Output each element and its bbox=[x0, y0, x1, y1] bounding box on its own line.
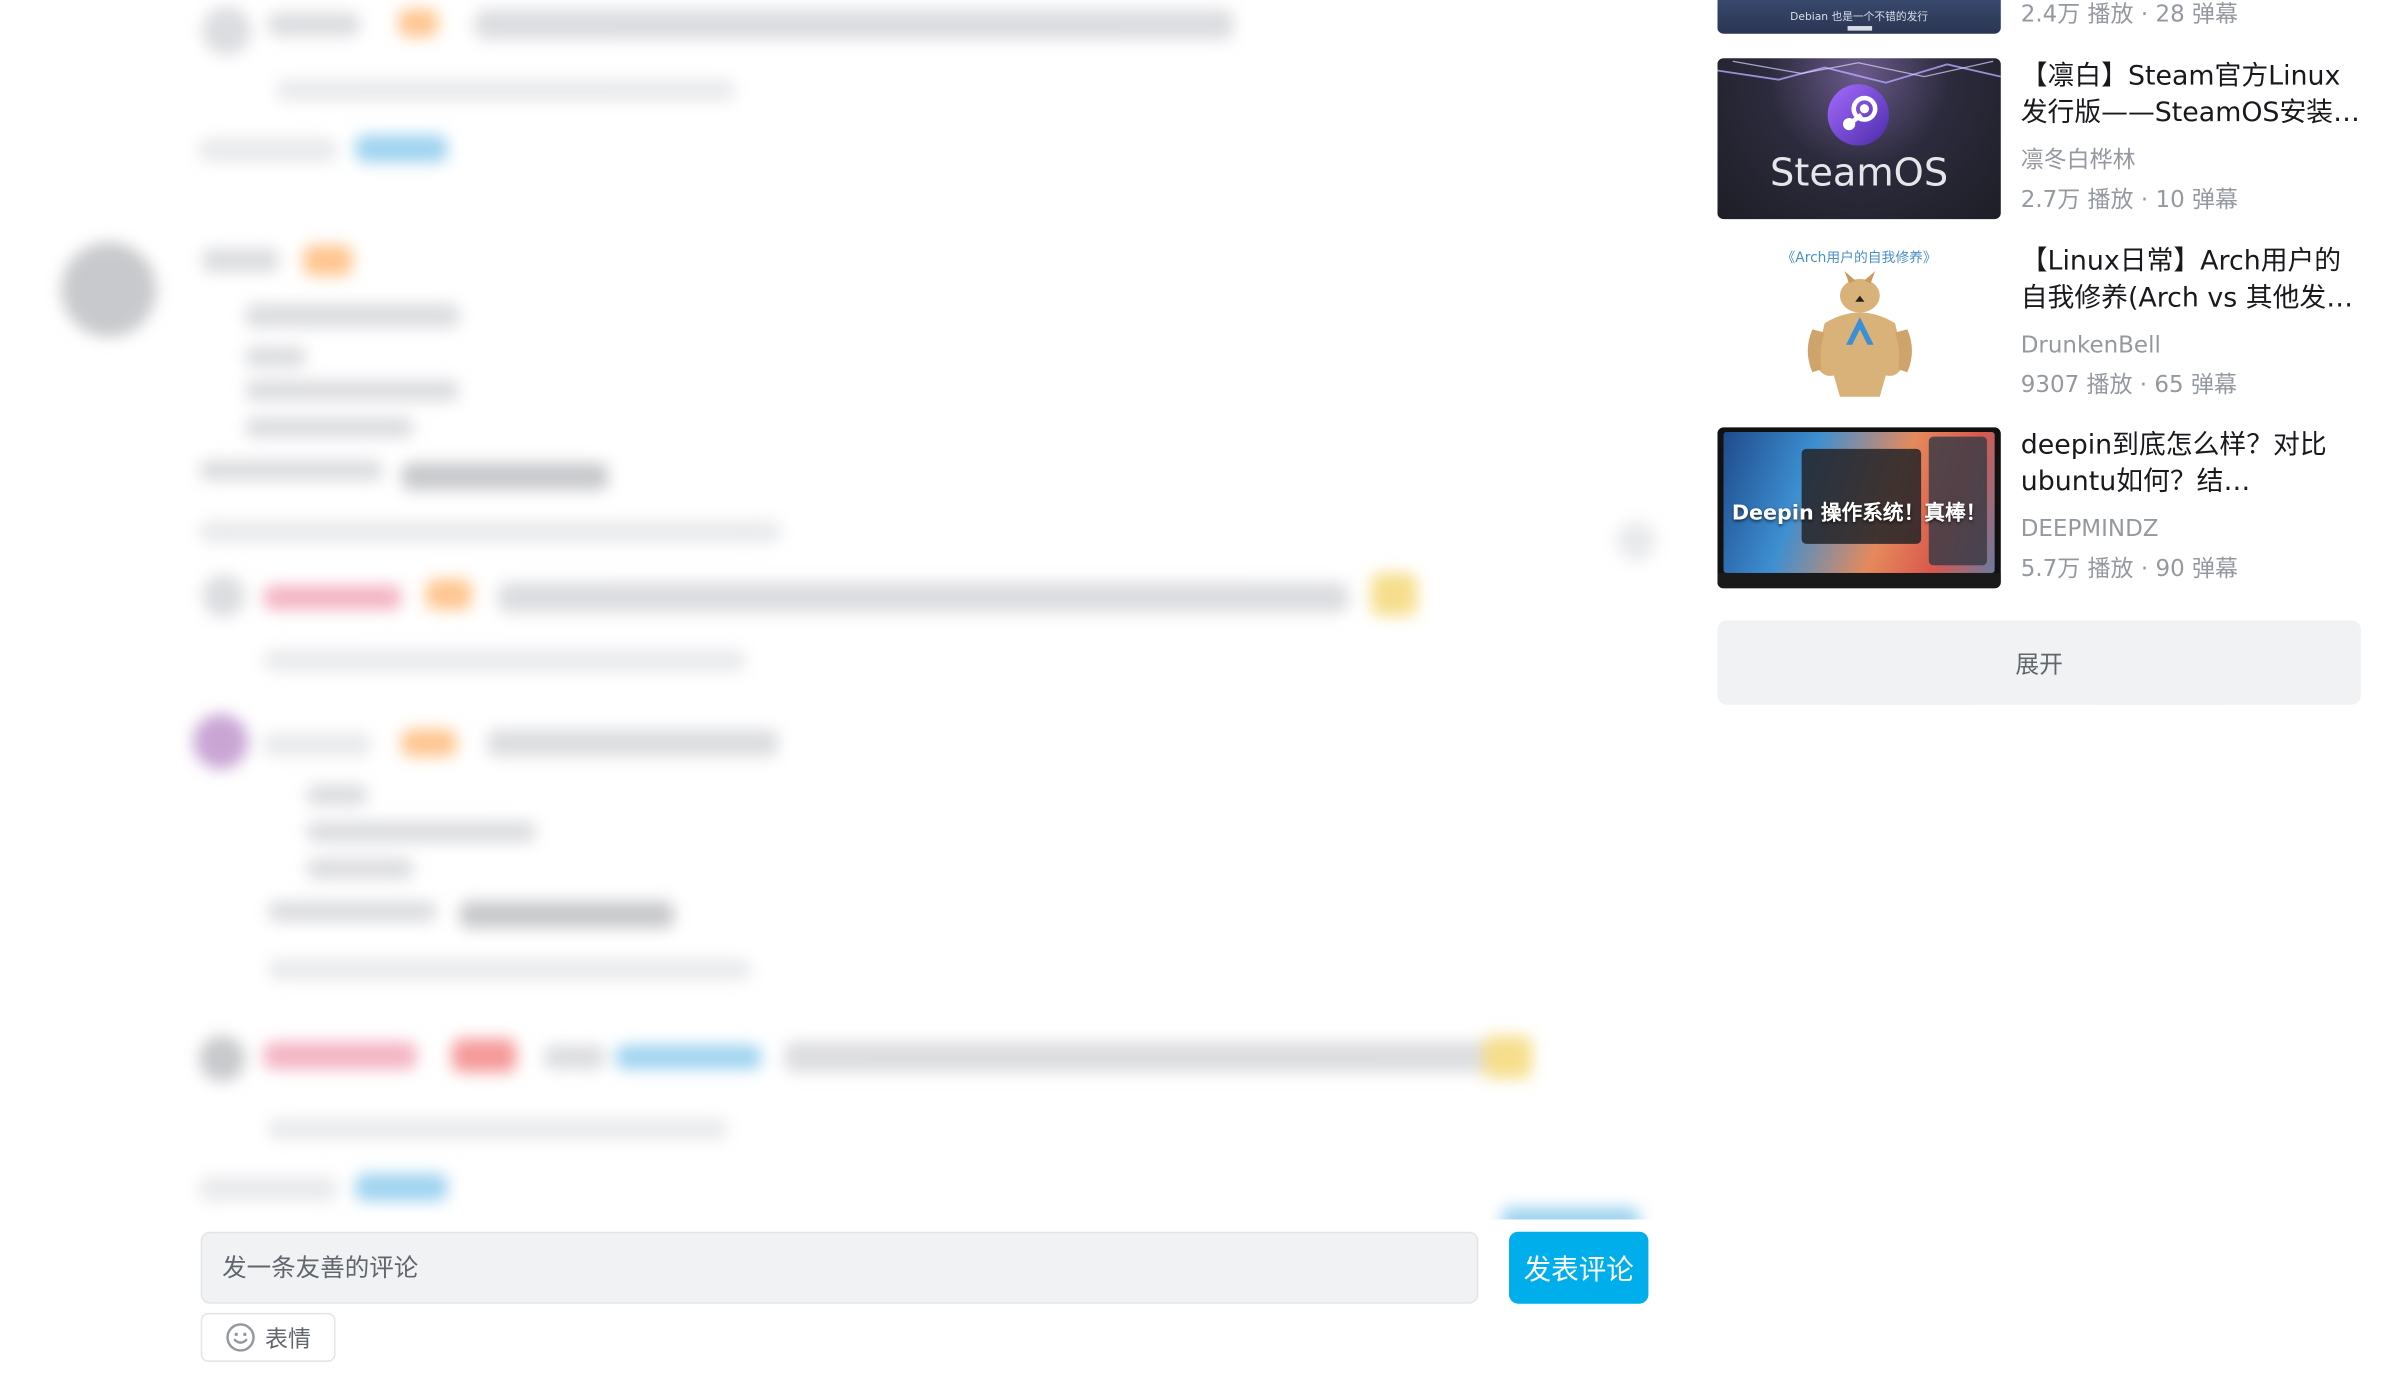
thumbnail-marker bbox=[1847, 26, 1873, 31]
recommended-video-card[interactable]: Debian 也是一个不错的发行 2.4万 播放 · 28 弹幕 bbox=[1717, 0, 2360, 34]
reply-text bbox=[784, 1041, 1490, 1073]
avatar bbox=[199, 1035, 246, 1082]
reply-text bbox=[306, 857, 414, 880]
avatar bbox=[193, 713, 249, 770]
mention-link bbox=[615, 1044, 762, 1070]
play-count: 9307 播放 bbox=[2020, 370, 2133, 399]
level-badge bbox=[303, 245, 353, 276]
video-title[interactable]: 【凛白】Steam官方Linux发行版——SteamOS安装教程 bbox=[2021, 58, 2361, 132]
video-author[interactable]: DEEPMINDZ bbox=[2021, 513, 2159, 544]
level-badge bbox=[451, 1038, 517, 1073]
comment-meta bbox=[275, 79, 736, 102]
video-stats: 2.4万 播放 · 28 弹幕 bbox=[2021, 0, 2238, 29]
more-replies bbox=[199, 137, 338, 163]
emoji bbox=[1371, 572, 1418, 616]
reply-text bbox=[459, 900, 675, 929]
comment-text bbox=[245, 379, 460, 402]
level-badge bbox=[398, 9, 439, 37]
video-thumbnail[interactable]: Deepin 操作系统！真棒！ bbox=[1717, 427, 2001, 589]
video-thumbnail[interactable]: 《Arch用户的自我修养》 bbox=[1717, 243, 2001, 405]
reply-username bbox=[263, 585, 402, 610]
recommended-video-card[interactable]: SteamOS 【凛白】Steam官方Linux发行版——SteamOS安装教程… bbox=[1717, 58, 2361, 220]
stats-separator: · bbox=[2140, 185, 2156, 213]
comment-text bbox=[245, 346, 307, 368]
video-stats: 2.7万 播放 · 10 弹幕 bbox=[2021, 184, 2238, 215]
steam-logo-icon bbox=[1827, 84, 1889, 146]
play-count: 5.7万 播放 bbox=[2020, 554, 2134, 583]
avatar bbox=[61, 242, 157, 338]
video-thumbnail[interactable]: SteamOS bbox=[1717, 58, 2001, 220]
danmaku-count: 28 弹幕 bbox=[2155, 0, 2238, 28]
danmaku-count: 10 弹幕 bbox=[2155, 185, 2238, 213]
stats-separator: · bbox=[2140, 0, 2156, 28]
reply-meta bbox=[268, 1118, 728, 1140]
video-author[interactable]: DrunkenBell bbox=[2021, 329, 2161, 360]
stats-separator: · bbox=[2139, 370, 2155, 399]
reply-username bbox=[263, 1041, 417, 1070]
avatar bbox=[202, 574, 246, 618]
smiley-icon bbox=[225, 1322, 256, 1353]
avatar bbox=[1616, 520, 1657, 561]
emoji-label: 表情 bbox=[265, 1324, 311, 1352]
reply-meta bbox=[263, 649, 747, 672]
reply-text bbox=[497, 582, 1349, 613]
reply-meta bbox=[268, 959, 751, 981]
comment-username bbox=[268, 12, 361, 37]
video-thumbnail[interactable]: Debian 也是一个不错的发行 bbox=[1717, 0, 2001, 34]
comment-list-blurred bbox=[0, 0, 1693, 1238]
danmaku-count: 65 弹幕 bbox=[2154, 370, 2237, 399]
page-content: 发表评论 表情 Debian 也是一个不错的发行 2.4万 播放 · bbox=[0, 0, 2393, 1387]
level-badge bbox=[401, 729, 457, 757]
more-replies-link bbox=[355, 134, 448, 163]
reply-text bbox=[306, 821, 537, 843]
stats-separator: · bbox=[2140, 554, 2156, 583]
doge-muscle-icon bbox=[1807, 271, 1912, 397]
video-stats: 9307 播放 · 65 弹幕 bbox=[2021, 369, 2237, 400]
play-count: 2.7万 播放 bbox=[2020, 185, 2134, 213]
avatar bbox=[202, 6, 252, 56]
submit-comment-button[interactable]: 发表评论 bbox=[1509, 1231, 1649, 1304]
monitor-bezel bbox=[1717, 572, 2001, 589]
video-title[interactable]: deepin到底怎么样？对比ubuntu如何？结论:deepin... bbox=[2021, 427, 2361, 501]
reply-text bbox=[306, 784, 368, 806]
comment-input[interactable] bbox=[200, 1231, 1479, 1304]
thumbnail-caption: Debian 也是一个不错的发行 bbox=[1790, 10, 1929, 23]
emoji-button[interactable]: 表情 bbox=[200, 1312, 336, 1362]
comment-text bbox=[245, 303, 460, 328]
expand-button[interactable]: 展开 bbox=[1717, 620, 2361, 705]
thumbnail-caption: Deepin 操作系统！真棒！ bbox=[1731, 500, 1987, 526]
reply-text bbox=[543, 1044, 606, 1070]
thumbnail-caption: SteamOS bbox=[1770, 150, 1949, 195]
danmaku-count: 90 弹幕 bbox=[2155, 554, 2238, 583]
more-replies-link bbox=[355, 1173, 448, 1202]
recommended-video-card[interactable]: 《Arch用户的自我修养》 【Linux日常】Arch用户的自我修养(Arch … bbox=[1717, 243, 2361, 405]
page: 发表评论 表情 Debian 也是一个不错的发行 2.4万 播放 · bbox=[0, 0, 2393, 1387]
comment-text bbox=[474, 9, 1234, 40]
play-count: 2.4万 播放 bbox=[2020, 0, 2134, 28]
video-stats: 5.7万 播放 · 90 弹幕 bbox=[2021, 553, 2238, 584]
video-author[interactable]: 凛冬白桦林 bbox=[2021, 144, 2136, 175]
reply-text bbox=[268, 900, 437, 923]
comment-meta bbox=[199, 520, 782, 543]
comment-text bbox=[245, 416, 414, 439]
level-badge bbox=[425, 579, 472, 610]
comment-text bbox=[199, 459, 383, 482]
reply-username bbox=[263, 732, 371, 757]
comment-text bbox=[401, 462, 609, 491]
comment-username bbox=[202, 248, 279, 273]
recommended-list: Debian 也是一个不错的发行 2.4万 播放 · 28 弹幕 SteamOS… bbox=[1695, 0, 2393, 1387]
emoji bbox=[1482, 1035, 1532, 1079]
more-replies bbox=[199, 1176, 338, 1202]
recommended-video-card[interactable]: Deepin 操作系统！真棒！ deepin到底怎么样？对比ubuntu如何？结… bbox=[1717, 427, 2361, 589]
reply-text bbox=[487, 729, 779, 757]
video-title[interactable]: 【Linux日常】Arch用户的自我修养(Arch vs 其他发行版) bbox=[2021, 244, 2361, 318]
